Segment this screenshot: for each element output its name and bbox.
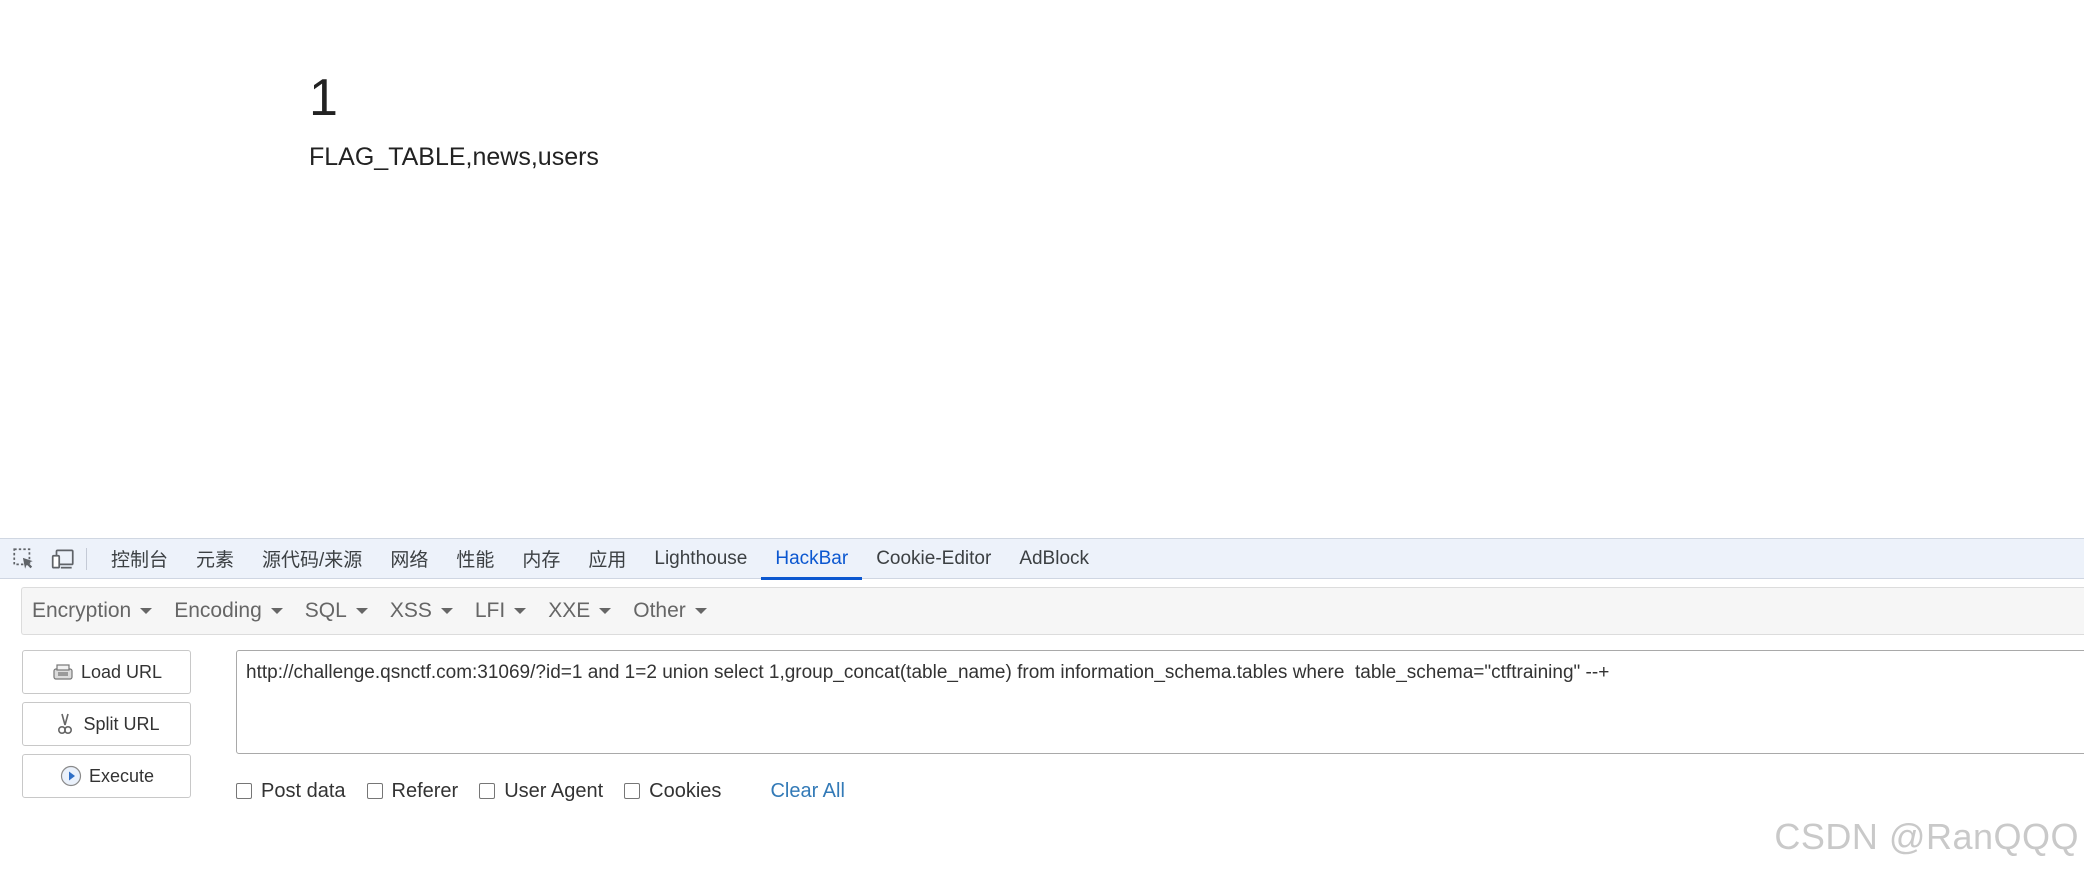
caret-down-icon: [514, 608, 527, 614]
execute-label: Execute: [88, 765, 155, 786]
menu-encoding[interactable]: Encoding: [164, 599, 295, 623]
device-toolbar-icon[interactable]: [48, 544, 78, 574]
menu-xxe[interactable]: XXE: [538, 599, 623, 623]
caret-down-icon: [355, 608, 368, 614]
execute-button[interactable]: Execute: [22, 754, 191, 798]
tab-lighthouse[interactable]: Lighthouse: [640, 539, 761, 579]
load-url-icon: [51, 660, 75, 684]
tab-elements[interactable]: 元素: [182, 539, 248, 579]
referer-label: Referer: [391, 779, 459, 802]
hackbar-menubar: Encryption Encoding SQL XSS LFI XXE Othe…: [21, 587, 2084, 635]
devtools-panel: 控制台 元素 源代码/来源 网络 性能 内存 应用 Lighthouse Hac…: [0, 538, 2084, 876]
cookies-checkbox[interactable]: [624, 783, 641, 799]
hackbar-panel: Encryption Encoding SQL XSS LFI XXE Othe…: [0, 580, 2084, 876]
menu-other-label: Other: [633, 599, 686, 622]
menu-other[interactable]: Other: [623, 599, 719, 623]
tab-console[interactable]: 控制台: [97, 539, 182, 579]
menu-lfi-label: LFI: [474, 599, 506, 622]
load-url-button[interactable]: Load URL: [22, 650, 191, 694]
csdn-watermark: CSDN @RanQQQ: [1774, 816, 2079, 857]
scissors-icon: [53, 712, 77, 736]
play-icon: [59, 764, 83, 788]
result-number: 1: [309, 69, 338, 127]
tab-performance[interactable]: 性能: [442, 539, 508, 579]
caret-down-icon: [694, 608, 707, 614]
menu-sql[interactable]: SQL: [295, 599, 380, 623]
menu-encryption[interactable]: Encryption: [22, 599, 164, 623]
tab-sources[interactable]: 源代码/来源: [248, 539, 376, 579]
tab-network[interactable]: 网络: [376, 539, 442, 579]
tab-memory[interactable]: 内存: [508, 539, 574, 579]
post-data-label: Post data: [261, 779, 346, 802]
referer-checkbox[interactable]: [366, 783, 383, 799]
load-url-label: Load URL: [80, 661, 163, 682]
caret-down-icon: [440, 608, 453, 614]
option-post-data[interactable]: Post data: [236, 780, 346, 803]
caret-down-icon: [599, 608, 612, 614]
tab-application[interactable]: 应用: [574, 539, 640, 579]
menu-xxe-label: XXE: [548, 599, 591, 622]
page-content: 1 FLAG_TABLE,news,users: [0, 0, 2084, 538]
option-referer[interactable]: Referer: [366, 779, 459, 803]
tab-adblock[interactable]: AdBlock: [1005, 539, 1103, 579]
devtools-tabbar: 控制台 元素 源代码/来源 网络 性能 内存 应用 Lighthouse Hac…: [0, 539, 2084, 580]
result-text: FLAG_TABLE,news,users: [309, 143, 599, 171]
menu-xss-label: XSS: [389, 599, 432, 622]
user-agent-label: User Agent: [504, 779, 604, 802]
hackbar-options: Post data Referer User Agent Cookies Cle…: [236, 772, 845, 810]
caret-down-icon: [270, 608, 283, 614]
tab-hackbar[interactable]: HackBar: [761, 539, 863, 580]
tabbar-separator: [86, 547, 87, 570]
post-data-checkbox[interactable]: [236, 783, 252, 799]
split-url-label: Split URL: [83, 713, 160, 734]
url-textarea[interactable]: http://challenge.qsnctf.com:31069/?id=1 …: [236, 650, 2084, 754]
tab-cookie-editor[interactable]: Cookie-Editor: [862, 539, 1005, 579]
menu-xss[interactable]: XSS: [380, 599, 465, 623]
cookies-label: Cookies: [649, 779, 722, 802]
menu-encryption-label: Encryption: [32, 599, 132, 622]
clear-all-link[interactable]: Clear All: [770, 780, 844, 803]
split-url-button[interactable]: Split URL: [22, 702, 191, 746]
option-user-agent[interactable]: User Agent: [479, 780, 603, 803]
caret-down-icon: [140, 608, 153, 614]
user-agent-checkbox[interactable]: [479, 783, 496, 799]
menu-encoding-label: Encoding: [174, 599, 262, 622]
menu-sql-label: SQL: [304, 599, 347, 622]
menu-lfi[interactable]: LFI: [465, 599, 538, 623]
option-cookies[interactable]: Cookies: [624, 780, 721, 803]
inspect-element-icon[interactable]: [9, 544, 39, 574]
